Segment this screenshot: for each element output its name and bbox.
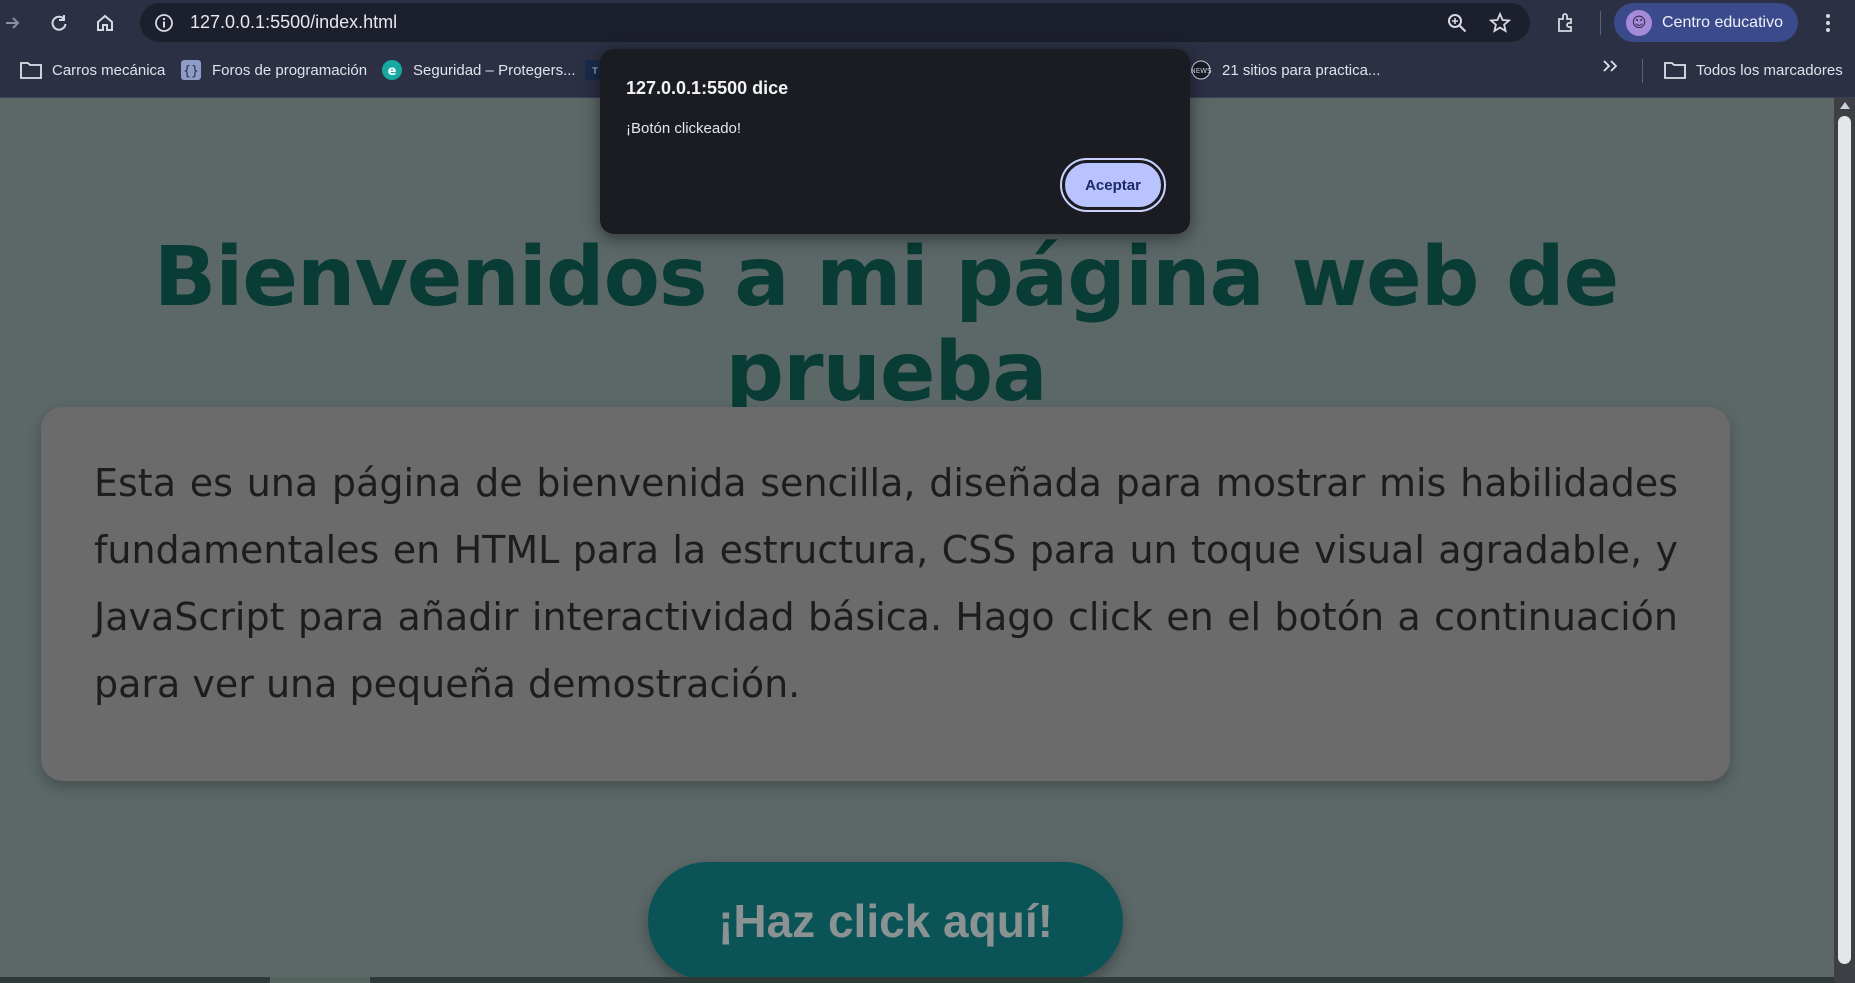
bookmark-label: Seguridad – Protegers... <box>413 61 576 79</box>
site-info-icon[interactable] <box>152 11 176 35</box>
bookmark-foros-programacion[interactable]: {} Foros de programación <box>180 59 367 81</box>
menu-kebab-icon[interactable] <box>1815 10 1841 36</box>
vertical-scrollbar[interactable] <box>1834 98 1855 983</box>
bookmark-21-sitios[interactable]: NEWS 21 sitios para practica... <box>1190 59 1380 81</box>
click-here-button[interactable]: ¡Haz click aquí! <box>648 862 1123 980</box>
hscrollbar-thumb[interactable] <box>270 977 370 983</box>
folder-icon <box>1664 59 1686 81</box>
bookmarks-divider <box>1642 59 1643 83</box>
accept-button[interactable]: Aceptar <box>1060 158 1166 212</box>
svg-text:{}: {} <box>183 64 199 79</box>
all-bookmarks-folder[interactable]: Todos los marcadores <box>1664 59 1843 81</box>
folder-icon <box>20 59 42 81</box>
eset-icon: e <box>381 59 403 81</box>
avatar: ☺ <box>1626 9 1652 36</box>
url-text[interactable]: 127.0.0.1:5500/index.html <box>190 12 397 33</box>
svg-text:NEWS: NEWS <box>1190 67 1212 75</box>
svg-text:T: T <box>591 67 598 77</box>
zoom-icon[interactable] <box>1445 11 1469 35</box>
brackets-icon: {} <box>180 59 202 81</box>
horizontal-scrollbar[interactable] <box>0 977 1834 983</box>
profile-label: Centro educativo <box>1662 13 1783 31</box>
page-title: Bienvenidos a mi página web de prueba <box>153 230 1620 420</box>
intro-card: Esta es una página de bienvenida sencill… <box>41 407 1730 781</box>
dialog-message: ¡Botón clickeado! <box>626 120 742 137</box>
scrollbar-thumb[interactable] <box>1838 116 1851 964</box>
more-bookmarks-chevron-icon[interactable] <box>1602 59 1618 73</box>
home-icon[interactable] <box>92 10 118 36</box>
news-icon: NEWS <box>1190 59 1212 81</box>
bookmark-label: 21 sitios para practica... <box>1222 61 1381 79</box>
all-bookmarks-label: Todos los marcadores <box>1696 61 1843 79</box>
scroll-up-arrow-icon[interactable] <box>1840 102 1850 109</box>
bookmark-seguridad[interactable]: e Seguridad – Protegers... <box>381 59 576 81</box>
svg-text:e: e <box>388 64 397 79</box>
browser-toolbar: 127.0.0.1:5500/index.html ☺ Centro educa… <box>0 0 1855 45</box>
profile-chip[interactable]: ☺ Centro educativo <box>1614 3 1798 42</box>
dialog-title: 127.0.0.1:5500 dice <box>626 78 789 98</box>
intro-paragraph: Esta es una página de bienvenida sencill… <box>94 461 1678 706</box>
address-bar[interactable]: 127.0.0.1:5500/index.html <box>140 3 1530 42</box>
bookmark-star-icon[interactable] <box>1488 11 1512 35</box>
forward-icon[interactable] <box>0 10 26 36</box>
bookmark-label: Carros mecánica <box>52 61 166 79</box>
bookmark-label: Foros de programación <box>212 61 368 79</box>
extensions-icon[interactable] <box>1553 10 1579 36</box>
toolbar-divider <box>1600 11 1601 35</box>
bookmark-carros-mecanica[interactable]: Carros mecánica <box>20 59 165 81</box>
reload-icon[interactable] <box>46 10 72 36</box>
alert-dialog: 127.0.0.1:5500 dice ¡Botón clickeado! Ac… <box>600 49 1190 234</box>
